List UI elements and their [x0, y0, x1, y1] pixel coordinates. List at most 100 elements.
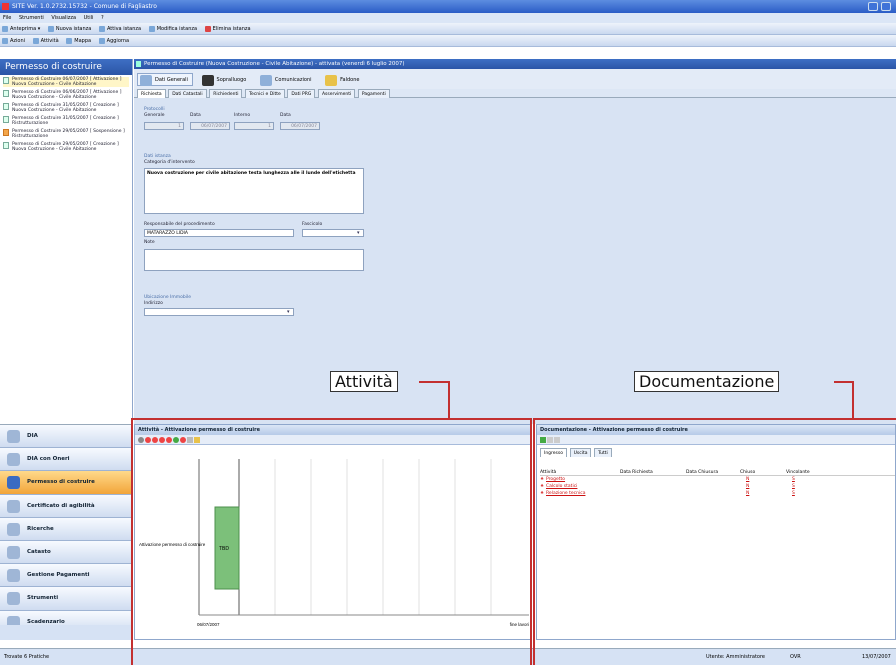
row-vincolante[interactable]: S — [792, 476, 795, 483]
row-vincolante[interactable]: S — [792, 483, 795, 490]
map-button[interactable]: Mappa — [66, 35, 91, 47]
edit-instance-button[interactable]: Modifica istanza — [148, 23, 197, 35]
nav-footer — [0, 625, 133, 640]
menu-help[interactable]: ? — [101, 15, 104, 21]
menu-file[interactable]: File — [3, 15, 11, 21]
tab-asservimenti[interactable]: Asservimenti — [317, 89, 356, 98]
menu-utili[interactable]: Utili — [84, 15, 94, 21]
documentation-toolbar — [537, 435, 895, 445]
activate-instance-button[interactable]: Attiva istanza — [98, 23, 141, 35]
actions-button[interactable]: Azioni — [2, 35, 25, 47]
edit-icon[interactable] — [547, 437, 553, 443]
record-icon[interactable] — [145, 437, 151, 443]
refresh-button[interactable]: Aggiorna — [98, 35, 129, 47]
nav-strumenti[interactable]: Strumenti — [0, 587, 133, 611]
window-title: SITE Ver. 1.0.2732.15732 - Comune di Fag… — [12, 3, 157, 10]
protocol-date-field[interactable]: 06/07/2007 — [190, 122, 230, 130]
table-row[interactable]: ♠ Calcolo statici N S — [540, 483, 895, 490]
protocol-general-field[interactable]: 1 — [144, 122, 184, 130]
menu-visualizza[interactable]: Visualizza — [51, 15, 76, 21]
responsible-field[interactable]: MATARAZZO LIDIA — [144, 229, 294, 237]
row-chiuso[interactable]: N — [746, 483, 749, 490]
protocol-internal-date-field[interactable]: 06/07/2007 — [280, 122, 320, 130]
zoom-icon[interactable] — [138, 437, 144, 443]
row-chiuso[interactable]: N — [746, 490, 749, 497]
menu-strumenti[interactable]: Strumenti — [19, 15, 44, 21]
nav-certificato-agibilita[interactable]: Certificato di agibilità — [0, 494, 133, 518]
delete-icon — [204, 25, 211, 32]
row-name[interactable]: Calcolo statici — [546, 483, 577, 490]
subtab-dati-generali[interactable]: Dati Generali — [137, 73, 193, 86]
row-name[interactable]: Progetto — [546, 476, 565, 483]
table-row[interactable]: ♠ Progetto N S — [540, 476, 895, 483]
subtab-faldone[interactable]: Faldone — [322, 73, 364, 86]
record-icon[interactable] — [180, 437, 186, 443]
nav-dia[interactable]: DIA — [0, 425, 133, 449]
nav-dia-oneri[interactable]: DIA con Oneri — [0, 448, 133, 472]
activity-button[interactable]: Attività — [32, 35, 59, 47]
nav-gestione-pagamenti[interactable]: Gestione Pagamenti — [0, 564, 133, 588]
tree-item[interactable]: Permesso di Costruire 31/05/2007 [ Creaz… — [3, 103, 129, 113]
window-titlebar: SITE Ver. 1.0.2732.15732 - Comune di Fag… — [0, 0, 896, 13]
nav-ricerche[interactable]: Ricerche — [0, 517, 133, 541]
tab-tutti[interactable]: Tutti — [594, 448, 612, 457]
row-name[interactable]: Relazione tecnica — [546, 490, 585, 497]
callout-frame-line — [530, 418, 532, 665]
document-icon — [3, 90, 9, 97]
record-icon[interactable] — [159, 437, 165, 443]
row-vincolante[interactable]: S — [792, 490, 795, 497]
export-icon[interactable] — [194, 437, 200, 443]
chevron-down-icon: ▾ — [357, 230, 360, 236]
tab-ingresso[interactable]: Ingresso — [540, 448, 567, 457]
tab-richiesta[interactable]: Richiesta — [137, 89, 166, 98]
record-icon[interactable] — [166, 437, 172, 443]
minimize-button[interactable] — [868, 2, 878, 11]
document-icon — [136, 61, 141, 67]
address-dropdown[interactable]: ▾ — [144, 308, 294, 316]
label-indirizzo: Indirizzo — [144, 301, 163, 306]
nav-permesso-costruire[interactable]: Permesso di costruire — [0, 471, 133, 495]
tab-richiedenti[interactable]: Richiedenti — [209, 89, 243, 98]
tree-item[interactable]: Permesso di Costruire 06/06/2007 [ Attiv… — [3, 90, 129, 100]
record-icon[interactable] — [173, 437, 179, 443]
record-icon[interactable] — [152, 437, 158, 443]
tab-dati-catastali[interactable]: Dati Catastali — [168, 89, 207, 98]
activity-icon — [32, 37, 39, 44]
gantt-grid — [238, 459, 492, 615]
dia-icon — [7, 430, 20, 443]
tree-item[interactable]: Permesso di Costruire 29/05/2007 [ Creaz… — [3, 142, 129, 152]
tab-uscita[interactable]: Uscita — [569, 448, 592, 457]
maximize-button[interactable] — [881, 2, 891, 11]
tab-pagamenti[interactable]: Pagamenti — [357, 89, 390, 98]
tab-tecnici-ditte[interactable]: Tecnici e Ditte — [245, 89, 285, 98]
new-instance-button[interactable]: Nuova istanza — [47, 23, 91, 35]
print-icon[interactable] — [187, 437, 193, 443]
protocol-internal-field[interactable]: 1 — [234, 122, 274, 130]
row-chiuso[interactable]: N — [746, 476, 749, 483]
label-interno: Interno — [234, 113, 251, 118]
nav-catasto[interactable]: Catasto — [0, 540, 133, 565]
edit-icon — [148, 25, 155, 32]
status-ovr: OVR — [790, 654, 801, 660]
tree-item[interactable]: Permesso di Costruire 06/07/2007 [ Attiv… — [3, 77, 129, 87]
section-dati-istanza: Dati istanza — [144, 154, 171, 159]
delete-icon[interactable] — [554, 437, 560, 443]
subtab-sopralluogo[interactable]: Sopralluogo — [199, 73, 252, 86]
tree-item[interactable]: Permesso di Costruire 29/05/2007 [ Sospe… — [3, 129, 129, 139]
inspection-icon — [201, 75, 214, 86]
notes-field[interactable] — [144, 249, 364, 271]
subtab-comunicazioni[interactable]: Comunicazioni — [257, 73, 317, 86]
callout-leader-line — [834, 381, 854, 383]
delete-instance-button[interactable]: Elimina istanza — [204, 23, 251, 35]
preview-button[interactable]: Anteprima ▾ — [2, 23, 40, 35]
tree-item[interactable]: Permesso di Costruire 31/05/2007 [ Creaz… — [3, 116, 129, 126]
table-row[interactable]: ♠ Relazione tecnica N S — [540, 490, 895, 497]
category-field[interactable]: Nuova costruzione per civile abitazione … — [144, 168, 364, 214]
label-data: Data — [190, 113, 201, 118]
tab-dati-prg[interactable]: Dati PRG — [287, 89, 316, 98]
activate-icon — [98, 25, 105, 32]
add-icon[interactable] — [540, 437, 546, 443]
file-dropdown[interactable]: ▾ — [302, 229, 364, 237]
callout-leader-line — [448, 381, 450, 419]
warning-document-icon — [3, 129, 9, 136]
